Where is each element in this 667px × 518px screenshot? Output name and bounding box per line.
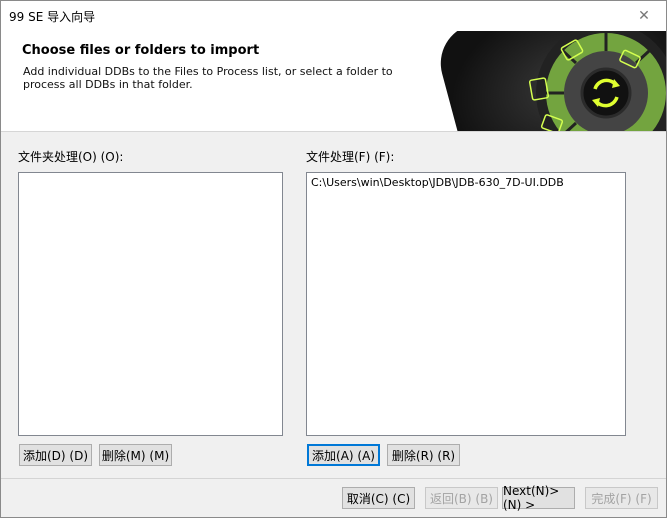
close-icon[interactable]: ✕ xyxy=(622,1,666,31)
remove-folder-button[interactable]: 删除(M) (M) xyxy=(99,444,172,466)
wizard-header: Choose files or folders to import Add in… xyxy=(1,31,666,132)
next-button[interactable]: Next(N)> (N) > xyxy=(502,484,575,512)
page-description: Add individual DDBs to the Files to Proc… xyxy=(23,65,393,91)
add-folder-button[interactable]: 添加(D) (D) xyxy=(19,444,92,466)
folders-list[interactable] xyxy=(18,172,283,436)
wizard-banner-icon xyxy=(440,31,666,131)
wizard-footer: 取消(C) (C) 返回(B) (B) Next(N)> (N) > 完成(F)… xyxy=(1,478,666,517)
folders-label: 文件夹处理(O) (O): xyxy=(18,150,124,164)
finish-button[interactable]: 完成(F) (F) xyxy=(585,487,658,509)
back-button[interactable]: 返回(B) (B) xyxy=(425,487,498,509)
page-title: Choose files or folders to import xyxy=(22,43,260,58)
import-wizard-window: 99 SE 导入向导 ✕ Choose files or folders to … xyxy=(0,0,667,518)
files-label: 文件处理(F) (F): xyxy=(306,150,395,164)
add-file-button[interactable]: 添加(A) (A) xyxy=(307,444,380,466)
window-title: 99 SE 导入向导 xyxy=(9,10,96,24)
remove-file-button[interactable]: 删除(R) (R) xyxy=(387,444,460,466)
title-bar: 99 SE 导入向导 ✕ xyxy=(1,1,666,31)
cancel-button[interactable]: 取消(C) (C) xyxy=(342,487,415,509)
files-list[interactable]: C:\Users\win\Desktop\JDB\JDB-630_7D-UI.D… xyxy=(306,172,626,436)
list-item[interactable]: C:\Users\win\Desktop\JDB\JDB-630_7D-UI.D… xyxy=(311,176,564,189)
